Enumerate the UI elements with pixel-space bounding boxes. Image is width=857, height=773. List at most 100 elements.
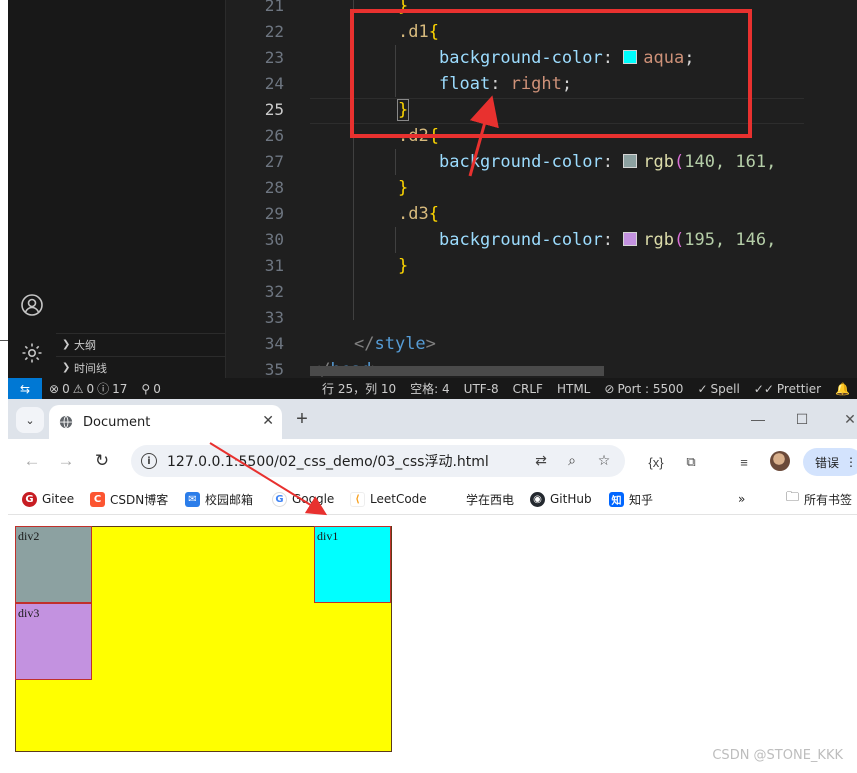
bookmark-xidian[interactable]: 学在西电 (466, 490, 514, 508)
bookmark-google[interactable]: G Google (272, 490, 334, 508)
bookmark-csdn[interactable]: C CSDN博客 (90, 490, 168, 508)
ports-indicator[interactable]: ⚲ 0 (134, 382, 167, 396)
spell-check[interactable]: ✓ Spell (690, 382, 746, 396)
horizontal-scrollbar[interactable] (310, 366, 604, 376)
code-area[interactable]: } .d1{ background-color: aqua; float: ri… (310, 0, 857, 378)
error-icon: ⊗ (49, 381, 60, 396)
line-number: 35 (264, 360, 284, 378)
line-number: 34 (264, 334, 284, 353)
outline-label: 大纲 (74, 338, 96, 352)
bell-icon: 🔔 (835, 381, 850, 396)
line-number: 22 (264, 22, 284, 41)
error-button[interactable]: 错误 ⋮ (803, 448, 857, 476)
code-line-23: background-color: aqua; (439, 48, 695, 68)
minimize-icon[interactable]: — (746, 407, 770, 431)
check-icon: ✓ (697, 381, 708, 396)
csdn-icon: C (90, 491, 105, 507)
chevron-right-icon: ❯ (62, 339, 71, 350)
gear-icon[interactable] (20, 341, 44, 365)
reload-icon[interactable]: ↻ (90, 449, 114, 473)
color-swatch-aqua[interactable] (623, 50, 638, 64)
translate-icon[interactable]: ⇄ (532, 452, 550, 470)
problems-indicator[interactable]: ⊗ 0 ⚠ 0 ⓘ 17 (42, 380, 134, 397)
timeline-label: 时间线 (74, 361, 107, 375)
code-line-31: } (398, 256, 409, 276)
color-swatch-d2[interactable] (623, 154, 638, 168)
broadcast-icon: ⚲ (141, 381, 151, 396)
remote-button[interactable]: ⇆ (8, 378, 42, 399)
float-container: div2 div3 div1 (15, 526, 392, 752)
code-line-30: background-color: rgb(195, 146, (439, 230, 777, 250)
line-number: 31 (264, 256, 284, 275)
tab-document[interactable]: Document ✕ (49, 405, 282, 439)
line-number: 33 (264, 308, 284, 327)
line-number: 26 (264, 126, 284, 145)
indent-setting[interactable]: 空格: 4 (403, 380, 457, 397)
tab-title: Document (83, 414, 151, 430)
outline-section[interactable]: ❯ 大纲 (56, 333, 226, 355)
tab-search-button[interactable]: ⌄ (16, 407, 44, 433)
line-number-active: 25 (264, 100, 284, 119)
code-line-22: .d1{ (398, 22, 439, 42)
site-info-icon[interactable]: i (141, 453, 157, 469)
language-mode[interactable]: HTML (550, 382, 597, 396)
gitee-icon: G (22, 491, 37, 507)
back-icon[interactable]: ← (20, 449, 44, 473)
globe-icon (59, 415, 73, 429)
new-tab-button[interactable]: + (290, 407, 314, 431)
extension-code-icon[interactable]: {x} (646, 452, 666, 472)
line-number: 29 (264, 204, 284, 223)
line-number: 23 (264, 48, 284, 67)
bookmark-campus-mail[interactable]: ✉ 校园邮箱 (185, 490, 253, 508)
info-icon: ⓘ (97, 382, 110, 396)
bookmark-zhihu[interactable]: 知知乎 (609, 490, 653, 508)
encoding-setting[interactable]: UTF-8 (457, 382, 506, 396)
zhihu-icon: 知 (609, 491, 624, 507)
github-icon: ◉ (530, 491, 545, 507)
line-number: 32 (264, 282, 284, 301)
close-tab-icon[interactable]: ✕ (262, 413, 274, 429)
page-viewport: div2 div3 div1 CSDN @STONE_KKK (8, 516, 857, 773)
address-bar[interactable]: i 127.0.0.1:5500/02_css_demo/03_css浮动.ht… (131, 445, 625, 477)
all-bookmarks[interactable]: 🗀 所有书签 (786, 490, 852, 508)
code-line-24: float: right; (439, 74, 573, 94)
activity-bar (8, 0, 56, 378)
color-swatch-d3[interactable] (623, 232, 638, 246)
chevron-down-icon: ⌄ (25, 414, 35, 427)
cursor-position[interactable]: 行 25，列 10 (315, 380, 403, 397)
stop-icon: ⊘ (604, 381, 615, 396)
eol-setting[interactable]: CRLF (506, 382, 550, 396)
more-bookmarks-icon[interactable]: » (738, 490, 745, 508)
more-icon: ⋮ (845, 455, 857, 469)
live-server-port[interactable]: ⊘ Port : 5500 (597, 382, 690, 396)
bookmark-leetcode[interactable]: ⟨ LeetCode (350, 490, 427, 508)
bookmarks-bar: G Gitee C CSDN博客 ✉ 校园邮箱 G Google ⟨ LeetCode 学… (8, 483, 857, 515)
profile-avatar[interactable] (770, 451, 790, 471)
double-check-icon: ✓✓ (753, 381, 774, 396)
folder-icon: 🗀 (786, 490, 800, 505)
watermark: CSDN @STONE_KKK (712, 748, 843, 763)
line-number: 24 (264, 74, 284, 93)
code-editor: ❯ 大纲 ❯ 时间线 21 22 23 24 25 26 27 28 29 30… (0, 0, 857, 378)
account-icon[interactable] (20, 293, 44, 317)
bookmark-github[interactable]: ◉ GitHub (530, 490, 592, 508)
code-line-27: background-color: rgb(140, 161, (439, 152, 777, 172)
browser-window: ⌄ Document ✕ + — ☐ ✕ ← → ↻ i 127.0.0.1:5… (8, 399, 857, 773)
puzzle-icon[interactable]: ⧉ (681, 452, 701, 472)
code-line-25: } (396, 99, 410, 121)
notifications-bell[interactable]: 🔔 (828, 382, 857, 396)
explorer-sidebar: ❯ 大纲 ❯ 时间线 (56, 0, 226, 378)
bookmark-gitee[interactable]: G Gitee (22, 490, 74, 508)
tab-strip: ⌄ Document ✕ + — ☐ ✕ (8, 399, 857, 439)
remote-icon: ⇆ (19, 381, 31, 396)
maximize-icon[interactable]: ☐ (790, 407, 814, 431)
bookmark-star-icon[interactable]: ☆ (595, 452, 613, 470)
zoom-icon[interactable]: ⌕ (563, 452, 581, 470)
prettier-status[interactable]: ✓✓ Prettier (747, 382, 828, 396)
timeline-section[interactable]: ❯ 时间线 (56, 356, 226, 378)
close-window-icon[interactable]: ✕ (838, 407, 857, 431)
forward-icon[interactable]: → (54, 449, 78, 473)
media-control-icon[interactable]: ≡ (734, 452, 754, 472)
status-bar: ⇆ ⊗ 0 ⚠ 0 ⓘ 17 ⚲ 0 行 25，列 10 空格: 4 UTF-8 CRL… (8, 378, 857, 399)
chevron-right-icon: ❯ (62, 362, 71, 373)
